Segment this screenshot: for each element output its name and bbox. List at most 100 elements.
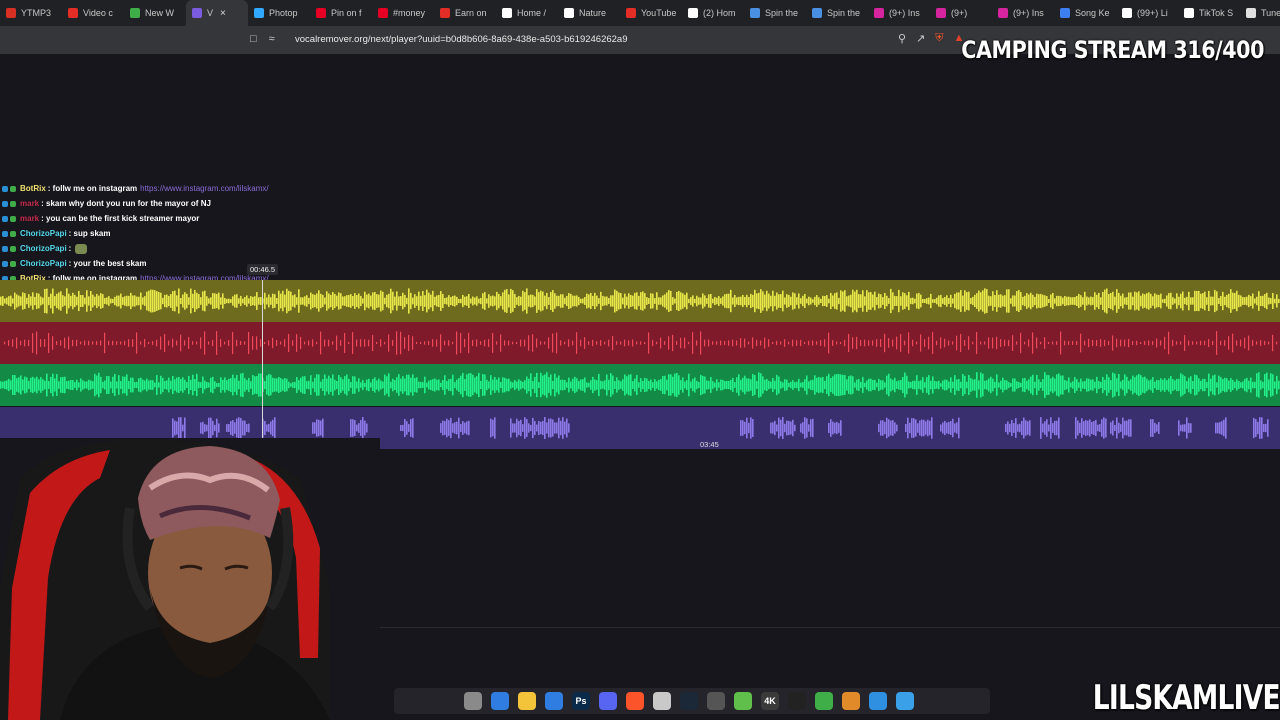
waveform-bar (746, 294, 748, 308)
share-icon[interactable]: ↗ (916, 32, 925, 45)
waveform-bar (962, 295, 964, 307)
waveform-bar (908, 291, 910, 311)
url-field[interactable]: vocalremover.org/next/player?uuid=b0d8b6… (295, 34, 628, 45)
waveform-bar (572, 340, 574, 346)
waveform-bar (1025, 420, 1027, 436)
browser-tab[interactable]: YouTube (620, 0, 682, 26)
waveform-bar (1080, 295, 1082, 307)
browser-tab[interactable]: (9+) Ins (868, 0, 930, 26)
waveform-bar (956, 292, 958, 310)
waveform-bar (1134, 377, 1136, 393)
brave-shield-icon[interactable]: ⛨ (935, 32, 943, 45)
browser-tab[interactable]: New W (124, 0, 186, 26)
waveform-bar (300, 297, 302, 305)
waveform-bar (916, 375, 918, 395)
browser-tab[interactable]: Spin the (806, 0, 868, 26)
chat-username[interactable]: ChorizoPapi (20, 244, 67, 253)
waveform-bar (1066, 296, 1068, 306)
waveform-bar (1050, 417, 1052, 439)
browser-tab[interactable]: (9+) Ins (992, 0, 1054, 26)
waveform-bar (416, 341, 418, 345)
photoshop-icon[interactable]: Ps (572, 692, 590, 710)
browser-tab[interactable]: (99+) Li (1116, 0, 1178, 26)
waveform-bar (256, 336, 258, 350)
browser-tab[interactable]: V × (186, 0, 248, 26)
waveform-bar (186, 293, 188, 309)
close-tab-icon[interactable]: × (220, 8, 226, 19)
chat-username[interactable]: ChorizoPapi (20, 229, 67, 238)
copilot-icon[interactable] (491, 692, 509, 710)
waveform-bar (740, 296, 742, 306)
waveform-bar (524, 380, 526, 390)
browser-tab[interactable]: (2) Hom (682, 0, 744, 26)
waveform-bar (604, 341, 606, 345)
browser-tab[interactable]: Home / (496, 0, 558, 26)
browser-tab[interactable]: Video c (62, 0, 124, 26)
waveform-bar (216, 383, 218, 387)
browser-tab[interactable]: (9+) (930, 0, 992, 26)
chat-link[interactable]: https://www.instagram.com/lilskamx/ (140, 184, 268, 193)
taskbar-app-6-icon[interactable] (842, 692, 860, 710)
waveform-bar (740, 420, 742, 436)
waveform-bar (888, 373, 890, 397)
waveform-bar (612, 295, 614, 307)
site-info-icon[interactable]: ≈ (269, 33, 275, 45)
waveform-bar (1156, 379, 1158, 391)
discord-icon[interactable] (599, 692, 617, 710)
browser-tab[interactable]: Earn on (434, 0, 496, 26)
waveform-bar (440, 382, 442, 388)
chat-username[interactable]: mark (20, 199, 39, 208)
waveform-bar (924, 299, 926, 303)
browser-tab[interactable]: TunesT (1240, 0, 1280, 26)
waveform-bar (126, 295, 128, 307)
waveform-bar (952, 341, 954, 345)
browser-tab[interactable]: Photop (248, 0, 310, 26)
file-explorer-icon[interactable] (518, 692, 536, 710)
chat-username[interactable]: ChorizoPapi (20, 259, 67, 268)
waveform-bar (568, 423, 570, 433)
waveform-bar (256, 376, 258, 394)
waveform-bar (292, 295, 294, 307)
taskbar-app-4-icon[interactable]: 4K (761, 692, 779, 710)
waveform-bar (746, 417, 748, 439)
notepad-icon[interactable] (896, 692, 914, 710)
browser-tab[interactable]: Nature (558, 0, 620, 26)
browser-tab[interactable]: TikTok S (1178, 0, 1240, 26)
chrome-icon[interactable] (653, 692, 671, 710)
waveform-bar (510, 418, 512, 438)
waveform-bar (596, 341, 598, 345)
waveform-bar (700, 374, 702, 396)
waveform-bar (358, 293, 360, 309)
taskbar-app-7-icon[interactable] (869, 692, 887, 710)
playhead[interactable] (262, 280, 263, 448)
browser-tab[interactable]: Song Ke (1054, 0, 1116, 26)
waveform-bar (852, 376, 854, 394)
capcut-icon[interactable] (788, 692, 806, 710)
bookmark-icon[interactable]: □ (250, 33, 257, 45)
track-green[interactable] (0, 364, 1280, 406)
waveform-bar (888, 338, 890, 348)
waveform-bar (164, 294, 166, 308)
taskbar-app-2-icon[interactable] (707, 692, 725, 710)
waveform-bar (606, 296, 608, 306)
ms-store-icon[interactable] (545, 692, 563, 710)
browser-tab[interactable]: YTMP3 (0, 0, 62, 26)
chat-username[interactable]: BotRix (20, 184, 46, 193)
browser-tab[interactable]: Spin the (744, 0, 806, 26)
track-yellow[interactable] (0, 280, 1280, 322)
browser-tab[interactable]: #money (372, 0, 434, 26)
chat-username[interactable]: mark (20, 214, 39, 223)
waveform-bar (172, 375, 174, 395)
browser-tab[interactable]: Pin on f (310, 0, 372, 26)
steam-icon[interactable] (680, 692, 698, 710)
taskbar-app-5-icon[interactable] (815, 692, 833, 710)
taskbar-app-1-icon[interactable] (464, 692, 482, 710)
waveform-bar (358, 423, 360, 433)
zoom-icon[interactable]: ⚲ (898, 32, 906, 45)
brave-icon[interactable] (626, 692, 644, 710)
taskbar-app-3-icon[interactable] (734, 692, 752, 710)
track-red[interactable] (0, 322, 1280, 364)
waveform-bar (12, 339, 14, 347)
waveform-bar (788, 294, 790, 308)
chat-badge-icon (10, 185, 16, 192)
